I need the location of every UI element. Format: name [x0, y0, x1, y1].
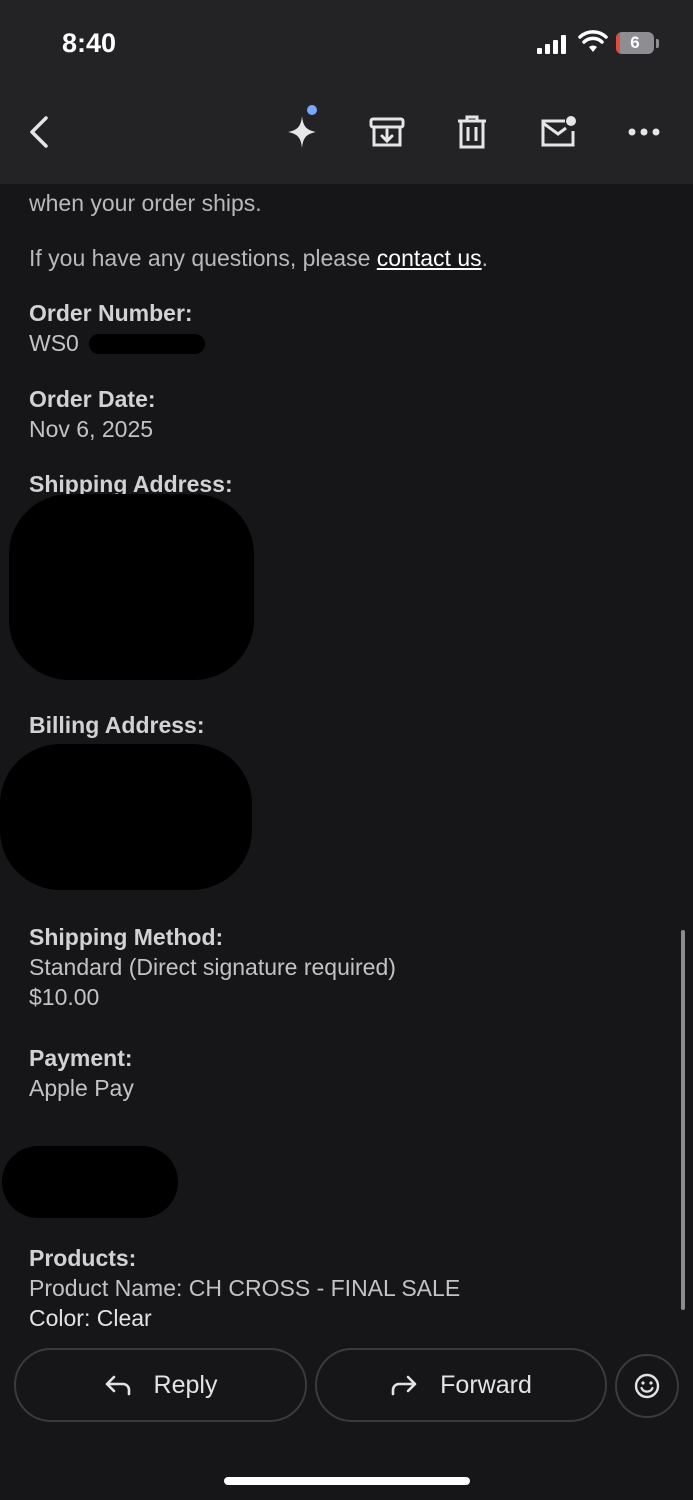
- battery-level: [616, 32, 620, 54]
- smiley-icon: [634, 1373, 660, 1399]
- order-number-value: WS0: [29, 330, 79, 356]
- reply-icon: [105, 1375, 130, 1396]
- status-time: 8:40: [62, 28, 117, 58]
- battery-nub: [656, 39, 659, 48]
- shipping-cost: $10.00: [29, 984, 100, 1010]
- back-icon[interactable]: [20, 112, 60, 152]
- more-icon[interactable]: [624, 112, 664, 152]
- reply-button[interactable]: Reply: [14, 1348, 307, 1422]
- reply-label: Reply: [153, 1370, 218, 1399]
- order-date-label: Order Date:: [29, 386, 156, 412]
- order-number-label: Order Number:: [29, 300, 193, 326]
- redaction-mark: [9, 494, 254, 680]
- payment-label: Payment:: [29, 1045, 133, 1071]
- questions-paragraph: If you have any questions, please contac…: [29, 243, 488, 273]
- trash-icon[interactable]: [452, 112, 492, 152]
- forward-icon: [391, 1375, 417, 1396]
- cellular-signal-icon: [537, 35, 566, 54]
- forward-label: Forward: [440, 1370, 532, 1399]
- scrollbar[interactable]: [681, 930, 685, 1310]
- payment-value: Apple Pay: [29, 1075, 134, 1101]
- home-indicator: [224, 1477, 470, 1485]
- emoji-reaction-button[interactable]: [615, 1354, 679, 1418]
- mark-unread-icon[interactable]: [538, 112, 578, 152]
- wifi-icon: [578, 30, 608, 52]
- gemini-sparkle-icon[interactable]: [282, 104, 326, 152]
- archive-icon[interactable]: [367, 112, 407, 152]
- redaction-mark: [2, 1146, 178, 1218]
- top-bar: 8:40 6: [0, 0, 693, 184]
- redaction-mark: [89, 334, 205, 354]
- order-date-value: Nov 6, 2025: [29, 416, 154, 442]
- billing-address-label: Billing Address:: [29, 712, 205, 738]
- battery-indicator: 6: [616, 32, 654, 54]
- partial-line: when your order ships.: [29, 190, 262, 216]
- questions-end: .: [481, 245, 489, 271]
- questions-text: If you have any questions, please: [29, 245, 377, 271]
- redaction-mark: [0, 744, 252, 890]
- forward-button[interactable]: Forward: [315, 1348, 607, 1422]
- battery-percent: 6: [630, 33, 640, 52]
- shipping-method-label: Shipping Method:: [29, 924, 224, 950]
- product-color: Color: Clear: [29, 1305, 152, 1331]
- contact-us-link[interactable]: contact us: [377, 245, 482, 271]
- product-name: Product Name: CH CROSS - FINAL SALE: [29, 1275, 461, 1301]
- products-label: Products:: [29, 1245, 137, 1271]
- shipping-method-value: Standard (Direct signature required): [29, 954, 396, 980]
